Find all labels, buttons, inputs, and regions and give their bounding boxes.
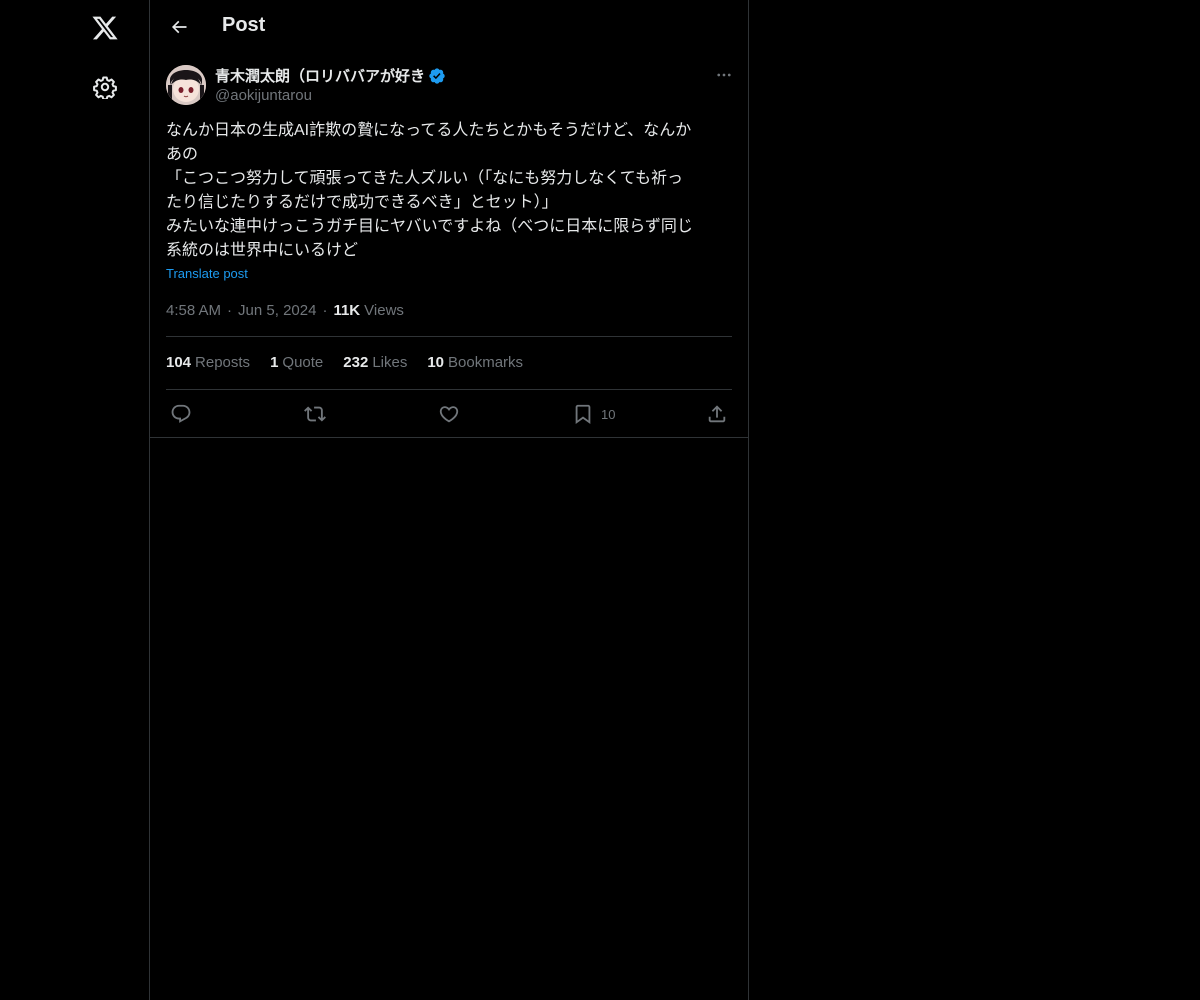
share-button[interactable] xyxy=(706,402,728,426)
repost-icon xyxy=(304,406,326,422)
main-column: Post 青木潤太朗（ロリババアが好き @aokijuntarou なんか日本の… xyxy=(149,0,749,1000)
reply-button[interactable] xyxy=(170,402,192,426)
post-text-line: 「こつこつ努力して頑張ってきた人ズルい（「なにも努力しなくても祈っ xyxy=(166,170,683,187)
reposts-label: Reposts xyxy=(195,354,251,371)
likes-stat[interactable]: 232 Likes xyxy=(343,354,407,371)
page-title: Post xyxy=(222,14,266,36)
author-display-name[interactable]: 青木潤太朗（ロリババアが好き xyxy=(215,65,425,86)
bookmark-count: 10 xyxy=(601,406,616,422)
top-bar: Post xyxy=(150,0,748,53)
reposts-count: 104 xyxy=(166,354,192,371)
post-meta: 4:58 AM · Jun 5, 2024 · 11K Views xyxy=(166,302,404,319)
meta-separator: · xyxy=(322,302,328,319)
engagement-stats: 104 Reposts 1 Quote 232 Likes 10 Bookmarks xyxy=(166,354,543,371)
bookmarks-stat[interactable]: 10 Bookmarks xyxy=(427,354,523,371)
post-text-line: なんか日本の生成AI詐欺の贄になってる人たちとかもそうだけど、なんか xyxy=(166,122,692,139)
share-icon xyxy=(708,405,726,423)
back-arrow-icon xyxy=(171,20,187,34)
post-date[interactable]: Jun 5, 2024 xyxy=(238,302,316,319)
more-options-button[interactable] xyxy=(712,63,736,87)
post-time[interactable]: 4:58 AM xyxy=(166,302,221,319)
bookmark-icon xyxy=(575,404,591,425)
reposts-stat[interactable]: 104 Reposts xyxy=(166,354,250,371)
settings-gear-icon xyxy=(93,76,117,99)
post-text-line: 系統のは世界中にいるけど xyxy=(166,242,359,259)
views-count: 11K xyxy=(333,302,361,319)
post-text-line: みたいな連中けっこうガチ目にヤバいですよね（べつに日本に限らず同じ xyxy=(166,218,693,235)
x-logo-icon xyxy=(92,16,118,40)
likes-count: 232 xyxy=(343,354,369,371)
more-icon xyxy=(717,73,731,77)
repost-button[interactable] xyxy=(304,402,326,426)
author-handle[interactable]: @aokijuntarou xyxy=(215,87,312,104)
author-name-row: 青木潤太朗（ロリババアが好き xyxy=(215,65,446,86)
settings-button[interactable] xyxy=(81,63,129,111)
verified-badge-icon xyxy=(428,67,446,85)
left-sidebar xyxy=(0,0,149,1000)
quotes-label: Quote xyxy=(282,354,324,371)
post-text-line: たり信じたりするだけで成功できるべき」とセット）」 xyxy=(166,194,558,211)
bookmark-button[interactable]: 10 xyxy=(572,402,615,426)
likes-label: Likes xyxy=(372,354,408,371)
meta-separator: · xyxy=(227,302,233,319)
like-icon xyxy=(439,406,459,423)
x-logo-button[interactable] xyxy=(81,4,129,52)
avatar[interactable] xyxy=(166,65,206,105)
divider xyxy=(166,336,732,337)
bookmarks-count: 10 xyxy=(427,354,445,371)
views-label: Views xyxy=(364,302,404,319)
post-text-line: あの xyxy=(166,146,199,163)
translate-post-link[interactable]: Translate post xyxy=(166,266,248,281)
quotes-count: 1 xyxy=(270,354,279,371)
post-text: なんか日本の生成AI詐欺の贄になってる人たちとかもそうだけど、なんか あの 「こ… xyxy=(166,119,732,263)
action-bar: 10 xyxy=(150,390,748,437)
avatar-image xyxy=(166,65,206,105)
post-detail: 青木潤太朗（ロリババアが好き @aokijuntarou なんか日本の生成AI詐… xyxy=(150,53,748,438)
like-button[interactable] xyxy=(438,402,460,426)
back-button[interactable] xyxy=(162,10,196,44)
bookmarks-label: Bookmarks xyxy=(448,354,524,371)
quotes-stat[interactable]: 1 Quote xyxy=(270,354,323,371)
reply-icon xyxy=(171,404,191,423)
